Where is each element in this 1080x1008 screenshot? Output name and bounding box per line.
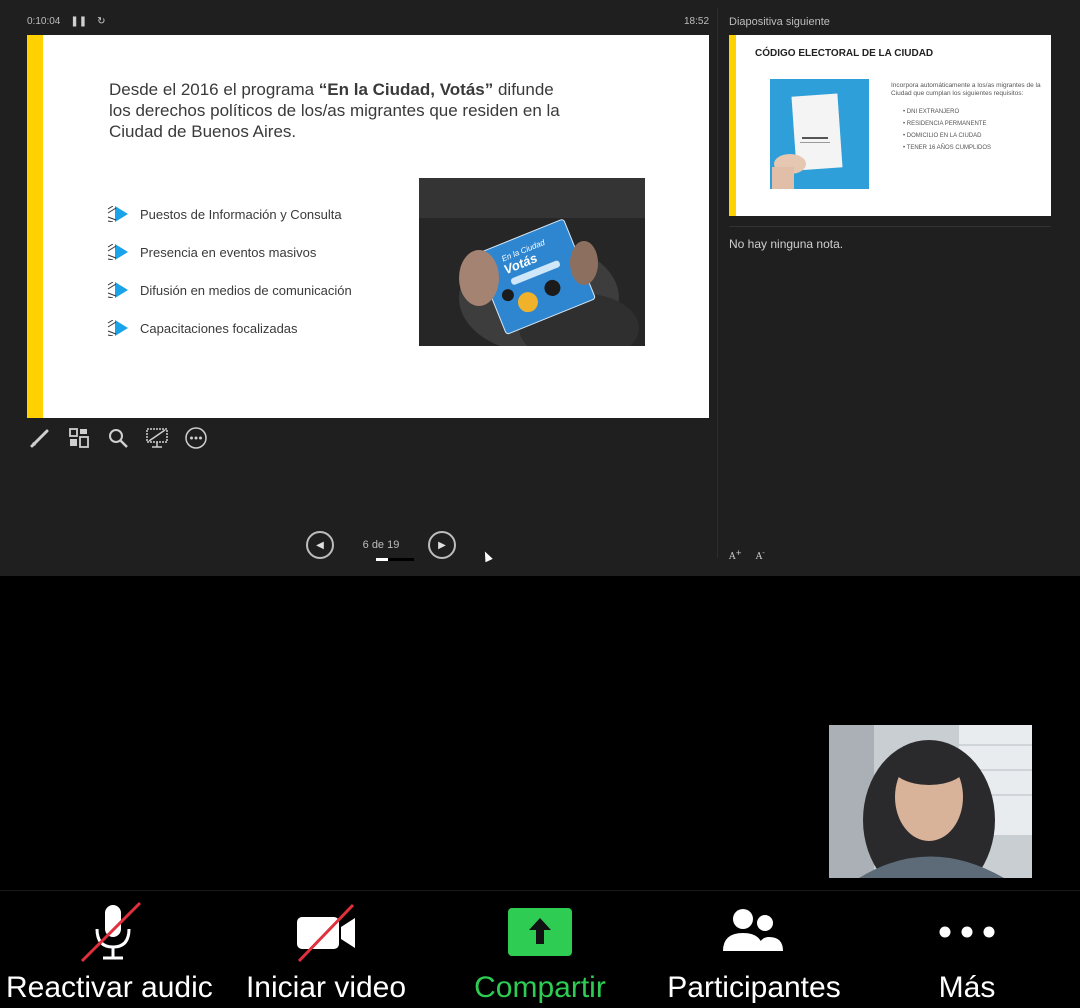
decrease-font-icon[interactable]: A- (756, 548, 765, 562)
more-button[interactable]: Más (910, 891, 1024, 1008)
font-size-controls: A+ A- (729, 548, 765, 562)
next-slide-label: Diapositiva siguiente (729, 16, 830, 28)
slide-counter-text: 6 de 19 (362, 539, 400, 551)
next-slide-text: Incorpora automáticamente a los/as migra… (891, 82, 1041, 154)
slides-grid-icon[interactable] (66, 425, 91, 450)
more-dots-icon (938, 891, 996, 973)
increase-font-icon[interactable]: A+ (729, 548, 742, 562)
more-options-icon[interactable] (183, 425, 208, 450)
next-slide-list-item: • RESIDENCIA PERMANENTE (903, 121, 987, 127)
next-slide-title: CÓDIGO ELECTORAL DE LA CIUDAD (755, 48, 934, 59)
notes-separator (729, 226, 1051, 227)
start-video-label: Iniciar video (245, 971, 407, 1004)
slide-title-pre: Desde el 2016 el programa (109, 80, 319, 99)
slide-progress-bar (376, 558, 414, 561)
bullet-item: Difusión en medios de comunicación (107, 271, 407, 309)
participants-button[interactable]: Participantes (656, 891, 852, 1008)
unmute-button[interactable]: Reactivar audic (6, 891, 220, 1008)
muted-microphone-icon (78, 891, 148, 973)
share-button[interactable]: Compartir (460, 891, 620, 1008)
reset-timer-icon[interactable]: ↻ (97, 16, 105, 27)
next-slide-list-item: • DNI EXTRANJERO (903, 109, 960, 115)
pane-divider[interactable] (717, 8, 718, 558)
next-slide-list-item: • DOMICILIO EN LA CIUDAD (903, 133, 982, 139)
next-slide-list-item-text: DOMICILIO EN LA CIUDAD (906, 133, 982, 139)
video-off-icon (291, 891, 361, 973)
participants-label: Participantes (667, 971, 841, 1004)
chevron-left-icon: ◀ (316, 539, 324, 551)
bullet-text: Presencia en eventos masivos (140, 244, 317, 260)
share-arrow-icon (508, 891, 572, 973)
presenter-view: 0:10:04 ❚❚ ↻ 18:52 Desde el 2016 el prog… (0, 0, 1080, 576)
chevron-bullet-icon (107, 319, 129, 337)
slide-progress-fill (376, 558, 389, 561)
meeting-toolbar: Reactivar audic Iniciar video Compartir (0, 890, 1080, 1008)
unmute-label: Reactivar audic (6, 973, 213, 1003)
next-slide-list-item-text: TENER 16 AÑOS CUMPLIDOS (906, 145, 992, 151)
slide-title-bold: “En la Ciudad, Votás” (318, 80, 494, 99)
bullet-item: Puestos de Información y Consulta (107, 195, 407, 233)
chevron-right-icon: ▶ (438, 539, 446, 551)
bullet-item: Presencia en eventos masivos (107, 233, 407, 271)
participant-video[interactable] (829, 725, 1032, 878)
next-slide-list-item-text: DNI EXTRANJERO (906, 109, 960, 115)
next-slide-preview[interactable]: CÓDIGO ELECTORAL DE LA CIUDAD Incorpora … (729, 35, 1051, 216)
current-slide: Desde el 2016 el programa “En la Ciudad,… (27, 35, 709, 418)
slide-navigation: ◀ 6 de 19 ▶ (306, 531, 456, 561)
pen-icon[interactable] (27, 425, 52, 450)
next-slide-button[interactable]: ▶ (428, 531, 456, 559)
slide-bullets: Puestos de Información y Consulta Presen… (107, 195, 407, 347)
chevron-bullet-icon (107, 281, 129, 299)
participants-icon (721, 891, 787, 973)
next-slide-list: • DNI EXTRANJERO • RESIDENCIA PERMANENTE… (891, 106, 1041, 154)
chevron-bullet-icon (107, 243, 129, 261)
previous-slide-button[interactable]: ◀ (306, 531, 334, 559)
slide-title: Desde el 2016 el programa “En la Ciudad,… (109, 79, 579, 142)
bullet-text: Capacitaciones focalizadas (140, 320, 298, 336)
chevron-bullet-icon (107, 205, 129, 223)
slide-photo: En la Ciudad Votás (419, 178, 645, 346)
next-slide-list-item: • TENER 16 AÑOS CUMPLIDOS (903, 145, 992, 151)
share-label: Compartir (474, 971, 606, 1004)
slide-tools (27, 425, 208, 450)
mouse-cursor-icon (481, 549, 493, 563)
next-slide-list-item-text: RESIDENCIA PERMANENTE (906, 121, 987, 127)
zoom-icon[interactable] (105, 425, 130, 450)
elapsed-time: 0:10:04 (27, 16, 61, 27)
next-slide-intro: Incorpora automáticamente a los/as migra… (891, 82, 1041, 97)
bullet-item: Capacitaciones focalizadas (107, 309, 407, 347)
bullet-text: Puestos de Información y Consulta (140, 206, 342, 222)
start-video-button[interactable]: Iniciar video (236, 891, 416, 1008)
pause-icon[interactable]: ❚❚ (70, 16, 87, 27)
speaker-notes: No hay ninguna nota. (729, 237, 844, 251)
slide-accent-bar (27, 35, 43, 418)
next-slide-accent-bar (729, 35, 736, 216)
more-label: Más (938, 971, 996, 1004)
slide-counter: 6 de 19 (334, 539, 428, 561)
next-slide-photo (770, 79, 869, 189)
clock: 18:52 (684, 16, 710, 27)
black-screen-icon[interactable] (144, 425, 169, 450)
bullet-text: Difusión en medios de comunicación (140, 282, 352, 298)
timer-bar: 0:10:04 ❚❚ ↻ (27, 16, 106, 27)
